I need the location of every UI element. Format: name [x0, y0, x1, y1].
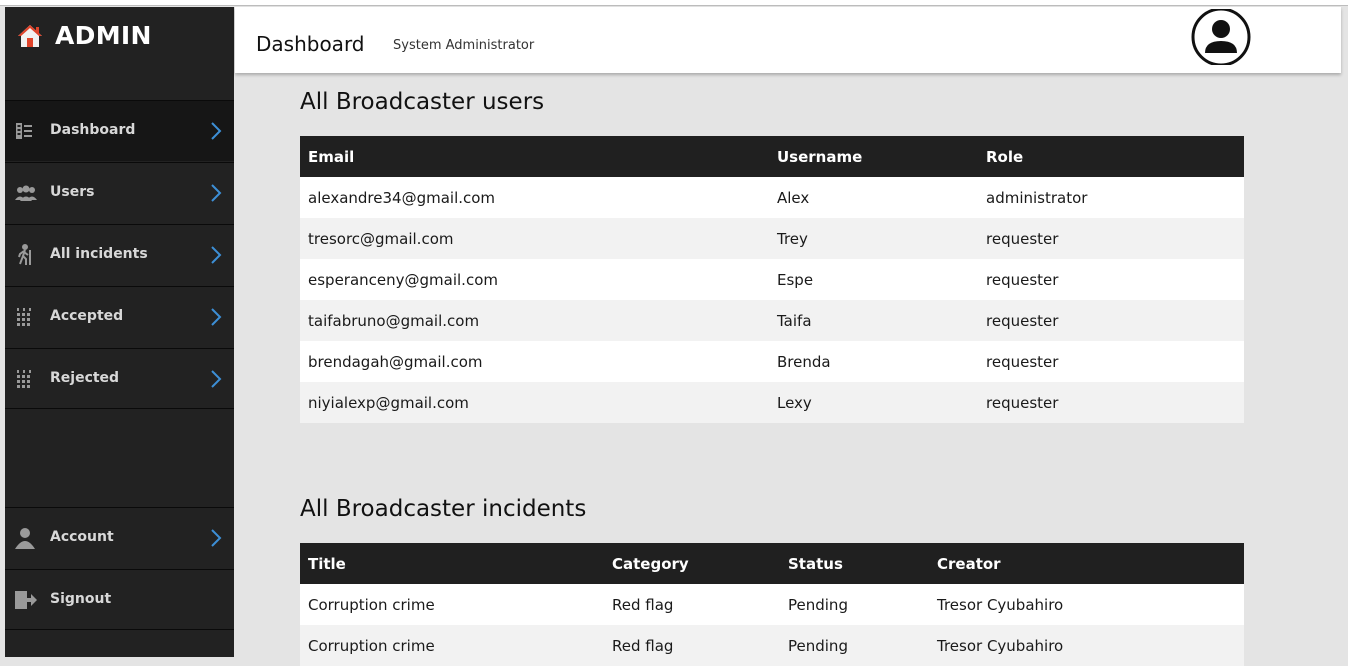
cell-creator: Tresor Cyubahiro	[929, 625, 1244, 666]
sidebar-item-accepted[interactable]: Accepted	[5, 286, 234, 347]
chevron-right-icon	[210, 120, 222, 142]
table-row[interactable]: taifabruno@gmail.com Taifa requester	[300, 300, 1244, 341]
sidebar-item-label: Account	[50, 529, 114, 545]
column-header: Username	[769, 136, 978, 177]
cell-status: Pending	[780, 584, 929, 625]
sidebar-item-dashboard[interactable]: Dashboard	[5, 100, 234, 161]
cell-role: requester	[978, 300, 1244, 341]
cell-title: Corruption crime	[300, 584, 604, 625]
cell-email: esperanceny@gmail.com	[300, 259, 769, 300]
cell-username: Trey	[769, 218, 978, 259]
cell-role: requester	[978, 382, 1244, 423]
table-row[interactable]: brendagah@gmail.com Brenda requester	[300, 341, 1244, 382]
cell-username: Alex	[769, 177, 978, 218]
cell-title: Corruption crime	[300, 625, 604, 666]
cell-username: Espe	[769, 259, 978, 300]
sidebar-item-signout[interactable]: Signout	[5, 569, 234, 630]
column-header: Creator	[929, 543, 1244, 584]
incidents-section-title: All Broadcaster incidents	[300, 496, 587, 522]
page-title: Dashboard	[256, 32, 365, 56]
table-row[interactable]: Corruption crime Red flag Pending Tresor Cy…	[300, 625, 1244, 666]
cell-username: Taifa	[769, 300, 978, 341]
sidebar-item-account[interactable]: Account	[5, 507, 234, 568]
cell-username: Brenda	[769, 341, 978, 382]
cell-role: requester	[978, 259, 1244, 300]
sidebar-item-label: All incidents	[50, 246, 148, 262]
users-section-title: All Broadcaster users	[300, 89, 545, 115]
home-icon	[17, 24, 43, 48]
incidents-icon	[14, 244, 36, 266]
table-header-row: Title Category Status Creator	[300, 543, 1244, 584]
account-icon	[14, 527, 36, 549]
chevron-right-icon	[210, 368, 222, 390]
sidebar-item-users[interactable]: Users	[5, 162, 234, 223]
users-table: Email Username Role alexandre34@gmail.co…	[300, 136, 1244, 423]
calendar-icon	[14, 368, 36, 390]
column-header: Category	[604, 543, 780, 584]
table-row[interactable]: esperanceny@gmail.com Espe requester	[300, 259, 1244, 300]
cell-status: Pending	[780, 625, 929, 666]
incidents-table: Title Category Status Creator Corruption…	[300, 543, 1244, 666]
column-header: Title	[300, 543, 604, 584]
chevron-right-icon	[210, 306, 222, 328]
column-header: Status	[780, 543, 929, 584]
sidebar-item-label: Users	[50, 184, 95, 200]
sidebar-item-all-incidents[interactable]: All incidents	[5, 224, 234, 285]
cell-role: administrator	[978, 177, 1244, 218]
cell-creator: Tresor Cyubahiro	[929, 584, 1244, 625]
cell-category: Red flag	[604, 625, 780, 666]
table-row[interactable]: niyialexp@gmail.com Lexy requester	[300, 382, 1244, 423]
cell-category: Red flag	[604, 584, 780, 625]
column-header: Role	[978, 136, 1244, 177]
table-row[interactable]: tresorc@gmail.com Trey requester	[300, 218, 1244, 259]
column-header: Email	[300, 136, 769, 177]
dashboard-icon	[14, 120, 36, 142]
sidebar-item-label: Dashboard	[50, 122, 136, 138]
chevron-right-icon	[210, 244, 222, 266]
table-header-row: Email Username Role	[300, 136, 1244, 177]
calendar-icon	[14, 306, 36, 328]
chevron-right-icon	[210, 182, 222, 204]
users-icon	[14, 182, 37, 204]
signout-icon	[14, 589, 37, 611]
sidebar-item-label: Signout	[50, 591, 112, 607]
brand[interactable]: ADMIN	[5, 7, 234, 99]
table-row[interactable]: alexandre34@gmail.com Alex administrator	[300, 177, 1244, 218]
avatar-icon[interactable]	[1190, 7, 1252, 67]
sidebar-item-label: Accepted	[50, 308, 124, 324]
cell-username: Lexy	[769, 382, 978, 423]
chevron-right-icon	[210, 527, 222, 549]
cell-role: requester	[978, 341, 1244, 382]
cell-email: brendagah@gmail.com	[300, 341, 769, 382]
brand-title: ADMIN	[55, 21, 152, 50]
top-border	[0, 0, 1348, 6]
cell-email: tresorc@gmail.com	[300, 218, 769, 259]
cell-email: alexandre34@gmail.com	[300, 177, 769, 218]
sidebar-item-rejected[interactable]: Rejected	[5, 348, 234, 409]
top-header: Dashboard System Administrator	[235, 7, 1341, 73]
user-role: System Administrator	[393, 38, 535, 53]
cell-role: requester	[978, 218, 1244, 259]
table-row[interactable]: Corruption crime Red flag Pending Tresor Cy…	[300, 584, 1244, 625]
cell-email: taifabruno@gmail.com	[300, 300, 769, 341]
sidebar: ADMIN Dashboard Users All incidents Acce…	[5, 7, 234, 657]
sidebar-item-label: Rejected	[50, 370, 120, 386]
cell-email: niyialexp@gmail.com	[300, 382, 769, 423]
